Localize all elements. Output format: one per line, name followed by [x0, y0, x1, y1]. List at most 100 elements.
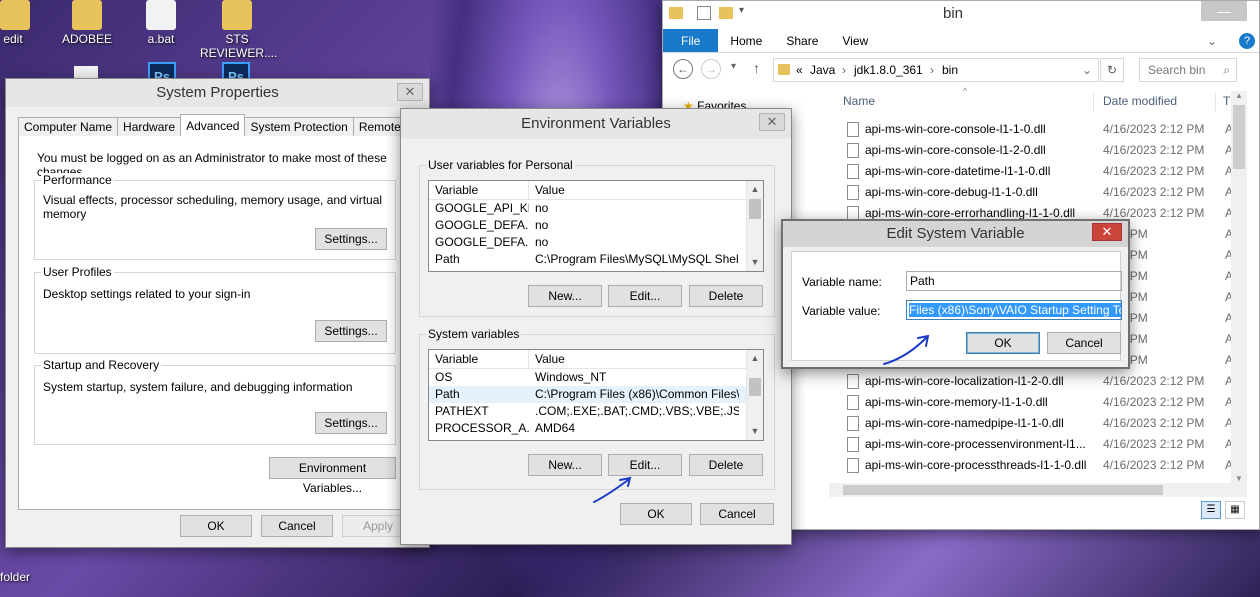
explorer-title: bin	[942, 5, 964, 22]
file-date: 4/16/2023 2:12 PM	[1103, 143, 1205, 157]
large-icons-view-icon[interactable]: ▦	[1225, 501, 1245, 519]
user-delete-button[interactable]: Delete	[689, 285, 763, 307]
column-header-date[interactable]: Date modified	[1103, 94, 1177, 108]
list-scrollbar[interactable]: ▲ ▼	[746, 350, 763, 440]
list-row[interactable]: GOOGLE_DEFA... no	[429, 234, 763, 251]
scrollbar-thumb[interactable]	[749, 199, 761, 219]
close-button[interactable]: ✕	[397, 83, 423, 101]
minimize-button[interactable]: —	[1201, 1, 1247, 21]
column-header-type[interactable]: T	[1223, 94, 1230, 108]
startup-settings-button[interactable]: Settings...	[315, 412, 387, 434]
env-cancel-button[interactable]: Cancel	[700, 503, 774, 525]
performance-settings-button[interactable]: Settings...	[315, 228, 387, 250]
file-row[interactable]: api-ms-win-core-namedpipe-l1-1-0.dll 4/16…	[829, 413, 1233, 434]
desktop-icon-folder[interactable]: folder	[0, 570, 50, 584]
user-profiles-settings-button[interactable]: Settings...	[315, 320, 387, 342]
ribbon-tab-view[interactable]: View	[830, 29, 880, 52]
breadcrumb-overflow[interactable]: «	[796, 59, 803, 81]
system-variables-list[interactable]: Variable Value OS Windows_NT Path C:\Progra…	[428, 349, 764, 441]
variable-value-cell: Windows_NT	[535, 370, 607, 384]
list-row[interactable]: Path C:\Program Files\MySQL\MySQL Shell 8…	[429, 251, 763, 268]
desktop-icon-sts-reviewer[interactable]: STS REVIEWER....	[200, 0, 277, 60]
dll-file-icon	[847, 437, 859, 452]
tab-remote[interactable]: Remote	[352, 117, 407, 136]
scroll-down-icon[interactable]: ▼	[747, 254, 763, 271]
scrollbar-thumb[interactable]	[749, 378, 761, 396]
column-header-value[interactable]: Value	[529, 181, 747, 199]
user-edit-button[interactable]: Edit...	[608, 285, 682, 307]
scrollbar-thumb[interactable]	[1233, 105, 1245, 169]
environment-variables-button[interactable]: Environment Variables...	[269, 457, 396, 495]
file-row[interactable]: api-ms-win-core-localization-l1-2-0.dll 4…	[829, 371, 1233, 392]
refresh-button[interactable]: ↻	[1100, 58, 1124, 82]
system-edit-button[interactable]: Edit...	[608, 454, 682, 476]
back-button[interactable]: ←	[673, 59, 693, 79]
desktop-icon-a-bat[interactable]: a.bat	[126, 0, 196, 46]
user-profiles-desc: Desktop settings related to your sign-in	[43, 287, 251, 301]
file-date: 4/16/2023 2:12 PM	[1103, 395, 1205, 409]
list-row[interactable]: PROCESSOR_A... AMD64	[429, 420, 763, 437]
column-header-variable[interactable]: Variable	[429, 350, 529, 368]
file-row[interactable]: api-ms-win-core-datetime-l1-1-0.dll 4/16/…	[829, 161, 1233, 182]
edit-ok-button[interactable]: OK	[966, 332, 1040, 354]
forward-button[interactable]: →	[701, 59, 721, 79]
recent-locations-icon[interactable]: ▾	[731, 61, 736, 72]
list-row[interactable]: GOOGLE_API_KEY no	[429, 200, 763, 217]
address-dropdown-icon[interactable]: ⌄	[1082, 59, 1092, 81]
system-properties-ok-button[interactable]: OK	[180, 515, 252, 537]
tab-computer-name[interactable]: Computer Name	[18, 117, 119, 136]
ribbon-tab-file[interactable]: File	[663, 29, 719, 52]
file-list-scrollbar[interactable]: ▲ ▼	[1231, 91, 1247, 483]
column-header-name[interactable]: Name	[843, 94, 875, 108]
scroll-up-icon[interactable]: ▲	[747, 350, 763, 367]
file-row[interactable]: api-ms-win-core-console-l1-2-0.dll 4/16/2…	[829, 140, 1233, 161]
horizontal-scrollbar[interactable]	[829, 483, 1247, 497]
variable-value-cell: .COM;.EXE;.BAT;.CMD;.VBS;.VBE;.JS;....	[535, 404, 739, 418]
system-properties-cancel-button[interactable]: Cancel	[261, 515, 333, 537]
up-arrow-icon[interactable]: ↑	[753, 60, 760, 76]
edit-cancel-button[interactable]: Cancel	[1047, 332, 1121, 354]
ribbon-tab-home[interactable]: Home	[718, 29, 774, 52]
expand-ribbon-icon[interactable]: ⌄	[1195, 29, 1229, 53]
system-delete-button[interactable]: Delete	[689, 454, 763, 476]
tab-system-protection[interactable]: System Protection	[244, 117, 354, 136]
address-bar[interactable]: « Java › jdk1.8.0_361 › bin ⌄	[773, 58, 1099, 82]
env-ok-button[interactable]: OK	[620, 503, 692, 525]
column-header-variable[interactable]: Variable	[429, 181, 529, 199]
user-new-button[interactable]: New...	[528, 285, 602, 307]
file-row[interactable]: api-ms-win-core-processenvironment-l1...…	[829, 434, 1233, 455]
scrollbar-thumb[interactable]	[843, 485, 1163, 495]
scroll-up-icon[interactable]: ▲	[747, 181, 763, 198]
breadcrumb-bin[interactable]: bin	[942, 59, 958, 81]
system-new-button[interactable]: New...	[528, 454, 602, 476]
search-box[interactable]: Search bin ⌕	[1139, 58, 1237, 82]
file-date: 4/16/2023 2:12 PM	[1103, 374, 1205, 388]
variable-value-input[interactable]: Files (x86)\Sony\VAIO Startup Setting To…	[906, 300, 1122, 320]
column-header-value[interactable]: Value	[529, 350, 747, 368]
file-row[interactable]: api-ms-win-core-debug-l1-1-0.dll 4/16/202…	[829, 182, 1233, 203]
close-button[interactable]: ✕	[759, 113, 785, 131]
variable-name-input[interactable]: Path	[906, 271, 1122, 291]
file-row[interactable]: api-ms-win-core-memory-l1-1-0.dll 4/16/20…	[829, 392, 1233, 413]
list-scrollbar[interactable]: ▲ ▼	[746, 181, 763, 271]
list-row[interactable]: GOOGLE_DEFA... no	[429, 217, 763, 234]
scroll-down-icon[interactable]: ▼	[747, 423, 763, 440]
list-header: Variable Value	[429, 350, 763, 369]
close-button[interactable]: ✕	[1092, 223, 1122, 241]
details-view-icon[interactable]: ☰	[1201, 501, 1221, 519]
desktop-icon-adobee[interactable]: ADOBEE	[52, 0, 122, 46]
file-row[interactable]: api-ms-win-core-processthreads-l1-1-0.dl…	[829, 455, 1233, 476]
breadcrumb-java[interactable]: Java	[810, 59, 835, 81]
ribbon-tab-share[interactable]: Share	[774, 29, 830, 52]
list-row[interactable]: Path C:\Program Files (x86)\Common Files\…	[429, 386, 763, 403]
desktop-icon-edit[interactable]: edit	[0, 0, 48, 46]
tab-hardware[interactable]: Hardware	[117, 117, 182, 136]
help-icon[interactable]: ?	[1239, 33, 1255, 49]
search-input[interactable]: Search bin	[1148, 63, 1205, 77]
file-row[interactable]: api-ms-win-core-console-l1-1-0.dll 4/16/2…	[829, 119, 1233, 140]
list-row[interactable]: OS Windows_NT	[429, 369, 763, 386]
breadcrumb-jdk[interactable]: jdk1.8.0_361	[854, 59, 923, 81]
tab-advanced[interactable]: Advanced	[180, 114, 246, 136]
user-variables-list[interactable]: Variable Value GOOGLE_API_KEYnoGOOGLE_DE…	[428, 180, 764, 272]
list-row[interactable]: PATHEXT .COM;.EXE;.BAT;.CMD;.VBS;.VBE;.JS…	[429, 403, 763, 420]
